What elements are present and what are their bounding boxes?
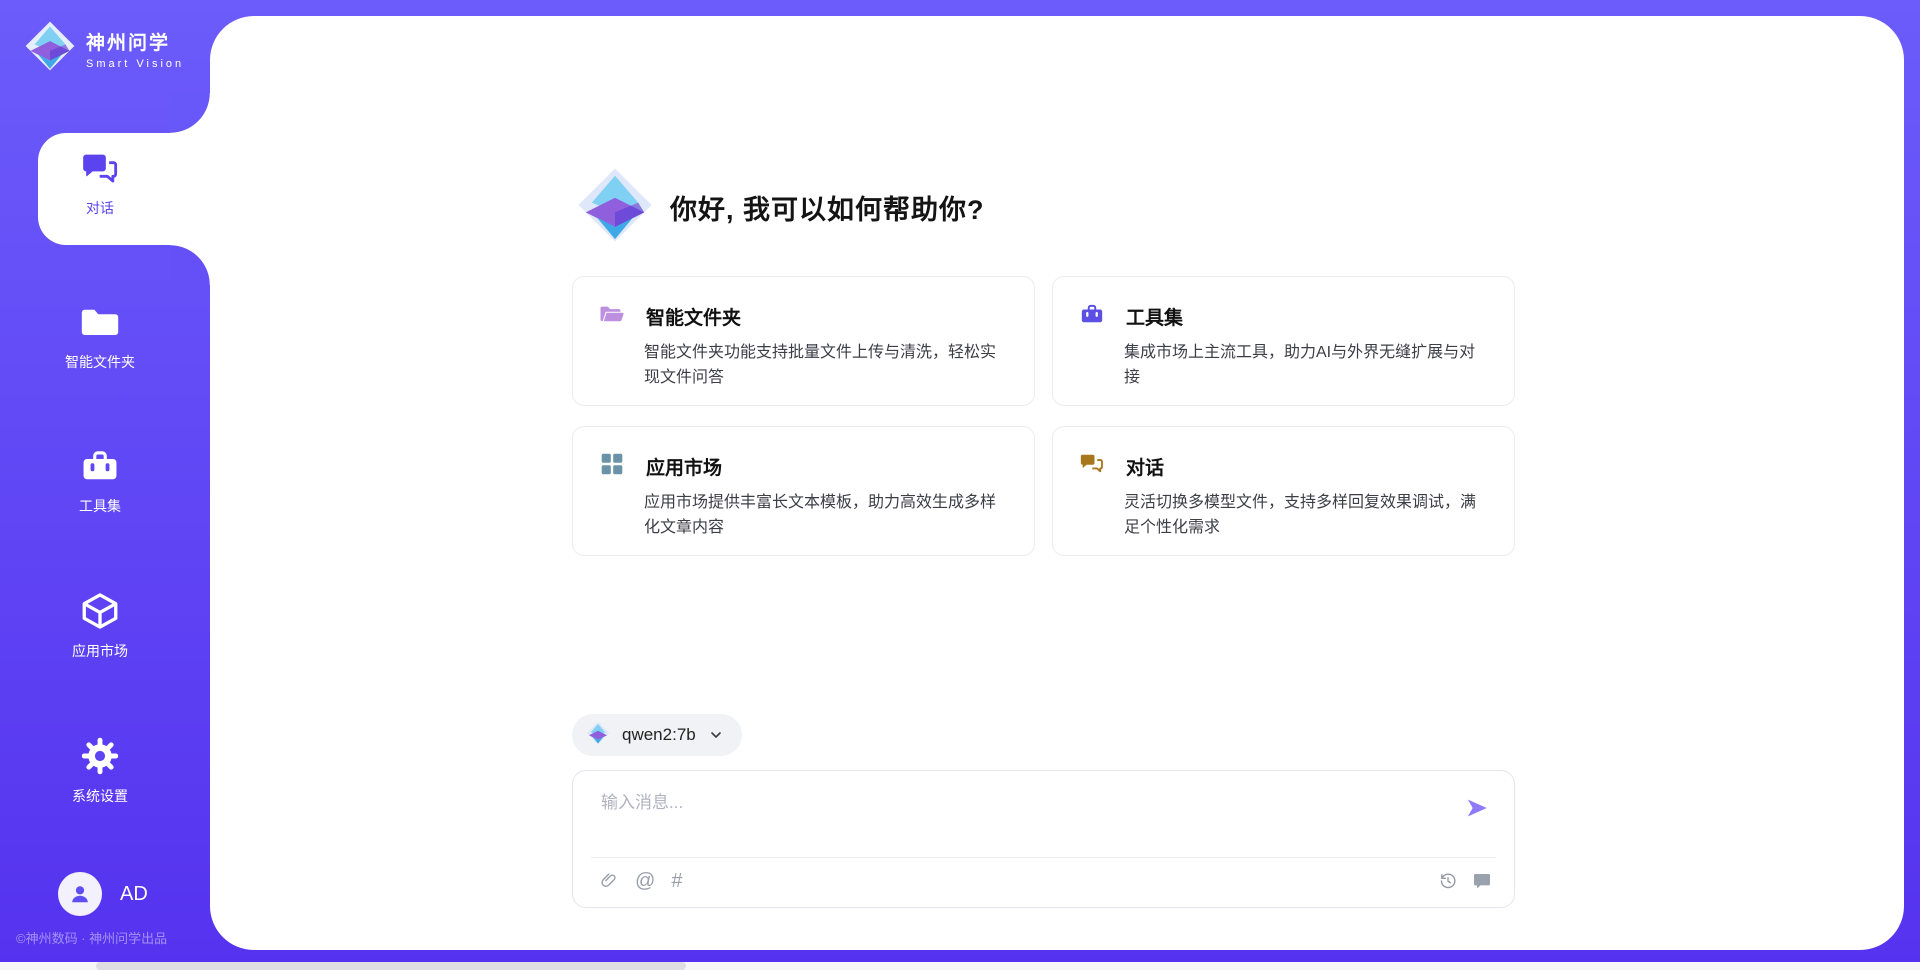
card-app-market[interactable]: 应用市场 应用市场提供丰富长文本模板，助力高效生成多样化文章内容 (572, 426, 1035, 556)
hashtag-icon[interactable]: # (671, 871, 682, 891)
tab-fillet-top (170, 93, 210, 133)
briefcase-icon (1079, 301, 1105, 332)
model-name: qwen2:7b (622, 725, 696, 745)
sidebar-item-label: 对话 (86, 198, 114, 218)
app-title: 神州问学 (86, 28, 184, 55)
sidebar: 神州问学 Smart Vision 对话 智能文件夹 (0, 0, 210, 970)
card-chat[interactable]: 对话 灵活切换多模型文件，支持多样回复效果调试，满足个性化需求 (1052, 426, 1515, 556)
sidebar-item-label: 智能文件夹 (65, 352, 135, 372)
model-diamond-icon (586, 721, 610, 750)
folder-open-icon (599, 301, 625, 332)
greeting-text: 你好, 我可以如何帮助你? (670, 188, 985, 227)
logo-diamond-icon (24, 20, 76, 77)
card-smart-folder[interactable]: 智能文件夹 智能文件夹功能支持批量文件上传与清洗，轻松实现文件问答 (572, 276, 1035, 406)
chat-icon (1079, 451, 1105, 482)
card-title: 应用市场 (646, 453, 722, 480)
toolbox-icon (78, 444, 122, 488)
chevron-down-icon (708, 727, 724, 743)
app-logo: 神州问学 Smart Vision (24, 20, 184, 77)
app-subtitle: Smart Vision (86, 58, 184, 70)
horizontal-scrollbar[interactable] (0, 962, 1920, 970)
card-title: 智能文件夹 (646, 303, 741, 330)
user-account[interactable]: AD (58, 872, 148, 916)
avatar (58, 872, 102, 916)
sidebar-item-chat[interactable]: 对话 (0, 146, 200, 218)
message-composer: @ # (572, 770, 1515, 908)
history-icon[interactable] (1438, 871, 1458, 891)
sidebar-item-settings[interactable]: 系统设置 (0, 734, 200, 806)
tab-fillet-bottom (170, 245, 210, 285)
card-description: 智能文件夹功能支持批量文件上传与清洗，轻松实现文件问答 (644, 341, 1008, 391)
scrollbar-thumb[interactable] (96, 962, 686, 970)
card-description: 灵活切换多模型文件，支持多样回复效果调试，满足个性化需求 (1124, 491, 1488, 541)
composer-divider (591, 857, 1496, 858)
message-input[interactable] (601, 793, 1421, 813)
card-title: 工具集 (1126, 303, 1183, 330)
feature-cards: 智能文件夹 智能文件夹功能支持批量文件上传与清洗，轻松实现文件问答 工具集 (572, 276, 1515, 556)
card-toolset[interactable]: 工具集 集成市场上主流工具，助力AI与外界无缝扩展与对接 (1052, 276, 1515, 406)
chat-icon (78, 146, 122, 190)
user-initials: AD (120, 883, 148, 906)
attachment-icon[interactable] (599, 871, 619, 891)
grid-icon (599, 451, 625, 482)
folder-icon (78, 300, 122, 344)
mention-icon[interactable]: @ (635, 871, 655, 891)
gear-icon (78, 734, 122, 778)
card-description: 应用市场提供丰富长文本模板，助力高效生成多样化文章内容 (644, 491, 1008, 541)
greeting-diamond-icon (576, 166, 654, 249)
sidebar-item-label: 工具集 (79, 496, 121, 516)
sidebar-item-toolset[interactable]: 工具集 (0, 444, 200, 516)
sidebar-item-label: 应用市场 (72, 641, 128, 661)
sidebar-item-app-market[interactable]: 应用市场 (0, 589, 200, 661)
card-description: 集成市场上主流工具，助力AI与外界无缝扩展与对接 (1124, 341, 1488, 391)
sidebar-item-smart-folder[interactable]: 智能文件夹 (0, 300, 200, 372)
cube-icon (78, 589, 122, 633)
card-title: 对话 (1126, 453, 1164, 480)
model-selector[interactable]: qwen2:7b (572, 714, 742, 756)
comment-icon[interactable] (1472, 871, 1492, 891)
main-panel: 你好, 我可以如何帮助你? 智能文件夹 智能文件夹功能支持批量文件上传与清洗，轻… (210, 16, 1904, 950)
greeting: 你好, 我可以如何帮助你? (576, 166, 985, 249)
copyright-footer: ©神州数码 · 神州问学出品 (16, 928, 167, 947)
app-window: 神州问学 Smart Vision 对话 智能文件夹 (0, 0, 1920, 970)
send-icon[interactable] (1464, 795, 1490, 821)
sidebar-item-label: 系统设置 (72, 786, 128, 806)
